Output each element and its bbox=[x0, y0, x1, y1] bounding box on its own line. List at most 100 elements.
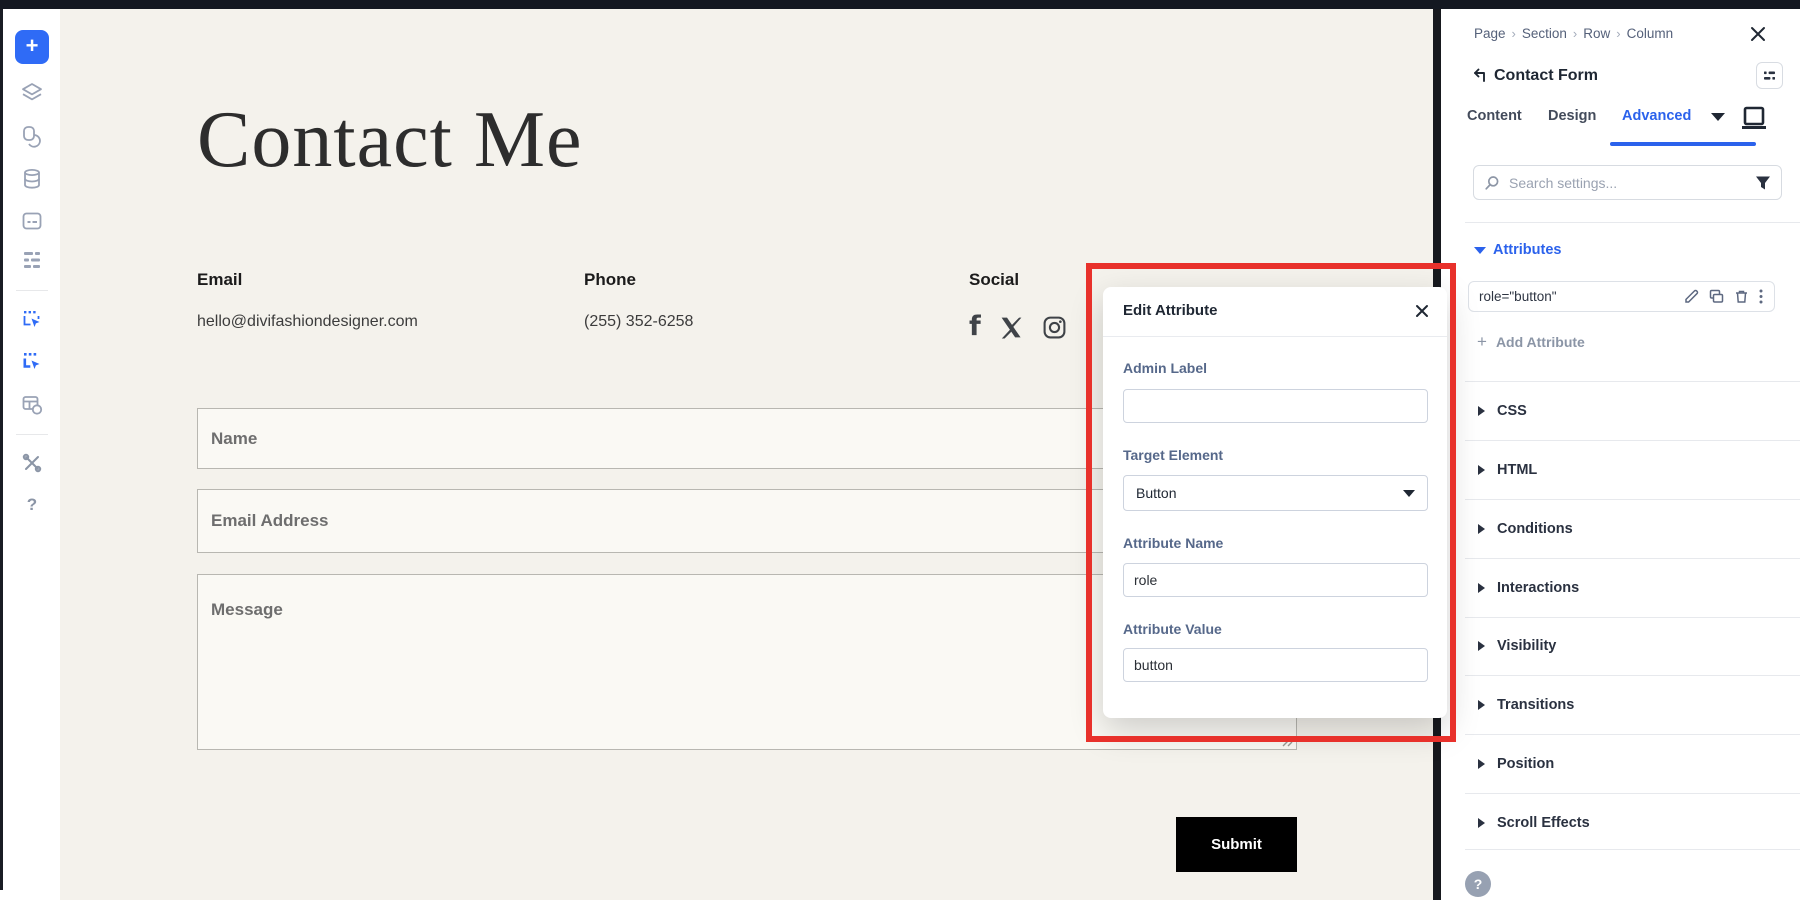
attribute-code: role="button" bbox=[1479, 289, 1675, 304]
social-icons-row: f bbox=[969, 312, 1067, 342]
add-attribute-label: Add Attribute bbox=[1496, 334, 1585, 350]
facebook-icon[interactable]: f bbox=[969, 312, 981, 342]
collapsed-caret-icon bbox=[1478, 406, 1485, 416]
attribute-name-input[interactable] bbox=[1123, 563, 1428, 597]
section-label: Visibility bbox=[1497, 638, 1556, 654]
breadcrumb-section[interactable]: Section bbox=[1522, 26, 1567, 41]
panel-divider bbox=[1465, 675, 1800, 676]
tab-content[interactable]: Content bbox=[1467, 108, 1522, 124]
phone-column-label: Phone bbox=[584, 270, 636, 290]
delete-trash-icon[interactable] bbox=[1733, 288, 1750, 305]
section-label: CSS bbox=[1497, 403, 1527, 419]
attribute-value-input[interactable] bbox=[1123, 648, 1428, 682]
attribute-item[interactable]: role="button" bbox=[1468, 281, 1775, 312]
click-mode-icon[interactable] bbox=[20, 350, 44, 374]
back-arrow-icon[interactable] bbox=[1471, 68, 1487, 84]
collapsed-caret-icon bbox=[1478, 641, 1485, 651]
search-icon bbox=[1484, 175, 1500, 191]
edit-pencil-icon[interactable] bbox=[1683, 288, 1700, 305]
page-title: Contact Me bbox=[197, 100, 582, 180]
breadcrumb-column[interactable]: Column bbox=[1627, 26, 1674, 41]
section-html[interactable]: HTML bbox=[1465, 450, 1786, 490]
collapsed-caret-icon bbox=[1478, 818, 1485, 828]
social-column-label: Social bbox=[969, 270, 1019, 290]
tab-advanced[interactable]: Advanced bbox=[1622, 108, 1691, 124]
section-label: Transitions bbox=[1497, 697, 1574, 713]
breadcrumb-row[interactable]: Row bbox=[1583, 26, 1610, 41]
section-transitions[interactable]: Transitions bbox=[1465, 685, 1786, 725]
email-value: hello@divifashiondesigner.com bbox=[197, 313, 418, 331]
panel-divider bbox=[1465, 849, 1800, 850]
chevron-separator: › bbox=[1616, 26, 1620, 41]
section-conditions[interactable]: Conditions bbox=[1465, 509, 1786, 549]
add-attribute-button[interactable]: + Add Attribute bbox=[1477, 333, 1585, 350]
breadcrumb-page[interactable]: Page bbox=[1474, 26, 1506, 41]
breadcrumb: Page›Section›Row›Column bbox=[1474, 26, 1673, 41]
target-element-select[interactable]: Button bbox=[1123, 475, 1428, 511]
x-twitter-icon[interactable] bbox=[999, 315, 1024, 340]
modal-close-icon[interactable] bbox=[1414, 303, 1430, 319]
select-caret-icon bbox=[1403, 490, 1415, 497]
collapsed-caret-icon bbox=[1478, 583, 1485, 593]
dots-grid-icon bbox=[1757, 63, 1782, 88]
attribute-value-label: Attribute Value bbox=[1123, 621, 1222, 637]
search-settings-box[interactable] bbox=[1473, 165, 1782, 200]
top-bar bbox=[0, 0, 1800, 9]
section-visibility[interactable]: Visibility bbox=[1465, 626, 1786, 666]
instagram-icon[interactable] bbox=[1042, 315, 1067, 340]
email-column-label: Email bbox=[197, 270, 242, 290]
admin-label-label: Admin Label bbox=[1123, 360, 1207, 376]
divi-builder-window: + ? Contact Me Email hello@divifashionde… bbox=[0, 0, 1800, 900]
section-position[interactable]: Position bbox=[1465, 744, 1786, 784]
modal-header-divider bbox=[1103, 336, 1447, 337]
panel-divider bbox=[1465, 222, 1800, 223]
section-scroll-effects[interactable]: Scroll Effects bbox=[1465, 803, 1786, 843]
chevron-separator: › bbox=[1573, 26, 1577, 41]
hover-mode-icon[interactable] bbox=[20, 308, 44, 332]
collapsed-caret-icon bbox=[1478, 524, 1485, 534]
section-label: Scroll Effects bbox=[1497, 815, 1590, 831]
expand-settings-button[interactable] bbox=[1756, 62, 1783, 89]
attributes-collapse-caret-icon[interactable] bbox=[1474, 247, 1486, 254]
filter-funnel-icon[interactable] bbox=[1755, 175, 1771, 191]
phone-value: (255) 352-6258 bbox=[584, 313, 693, 331]
saved-layouts-icon[interactable] bbox=[20, 209, 44, 233]
panel-help-button[interactable]: ? bbox=[1465, 871, 1491, 897]
collapsed-caret-icon bbox=[1478, 759, 1485, 769]
panel-divider bbox=[1465, 734, 1800, 735]
attributes-section-title[interactable]: Attributes bbox=[1493, 242, 1561, 258]
admin-label-input[interactable] bbox=[1123, 389, 1428, 423]
section-css[interactable]: CSS bbox=[1465, 391, 1786, 431]
more-options-kebab-icon[interactable] bbox=[1758, 288, 1764, 305]
textarea-resize-handle[interactable] bbox=[1278, 732, 1294, 748]
tab-options-caret-icon[interactable] bbox=[1711, 113, 1725, 121]
section-interactions[interactable]: Interactions bbox=[1465, 568, 1786, 608]
layout-manager-icon[interactable] bbox=[20, 393, 44, 417]
edit-attribute-modal: Edit Attribute Admin Label Target Elemen… bbox=[1103, 287, 1447, 718]
panel-divider bbox=[1465, 793, 1800, 794]
duplicate-icon[interactable] bbox=[1708, 288, 1725, 305]
search-input[interactable] bbox=[1507, 174, 1755, 192]
collapsed-caret-icon bbox=[1478, 465, 1485, 475]
panel-divider bbox=[1465, 617, 1800, 618]
sidebar-help-button[interactable]: ? bbox=[20, 493, 44, 517]
collapsed-caret-icon bbox=[1478, 700, 1485, 710]
desktop-preview-icon[interactable] bbox=[1740, 106, 1768, 131]
close-panel-icon[interactable] bbox=[1749, 25, 1767, 43]
module-title: Contact Form bbox=[1494, 67, 1598, 85]
wireframe-rows-icon[interactable] bbox=[20, 248, 44, 272]
add-module-button[interactable]: + bbox=[15, 30, 49, 64]
design-presets-icon[interactable] bbox=[20, 124, 44, 148]
sidebar-divider bbox=[16, 434, 48, 435]
panel-divider bbox=[1465, 558, 1800, 559]
tools-icon[interactable] bbox=[20, 451, 44, 475]
tab-design[interactable]: Design bbox=[1548, 108, 1596, 124]
layers-icon[interactable] bbox=[20, 81, 44, 105]
section-label: Conditions bbox=[1497, 521, 1573, 537]
panel-divider bbox=[1465, 499, 1800, 500]
database-icon[interactable] bbox=[20, 167, 44, 191]
builder-sidebar: + ? bbox=[3, 9, 61, 900]
submit-button[interactable]: Submit bbox=[1176, 817, 1297, 872]
modal-title: Edit Attribute bbox=[1123, 302, 1217, 319]
plus-icon: + bbox=[26, 35, 39, 57]
